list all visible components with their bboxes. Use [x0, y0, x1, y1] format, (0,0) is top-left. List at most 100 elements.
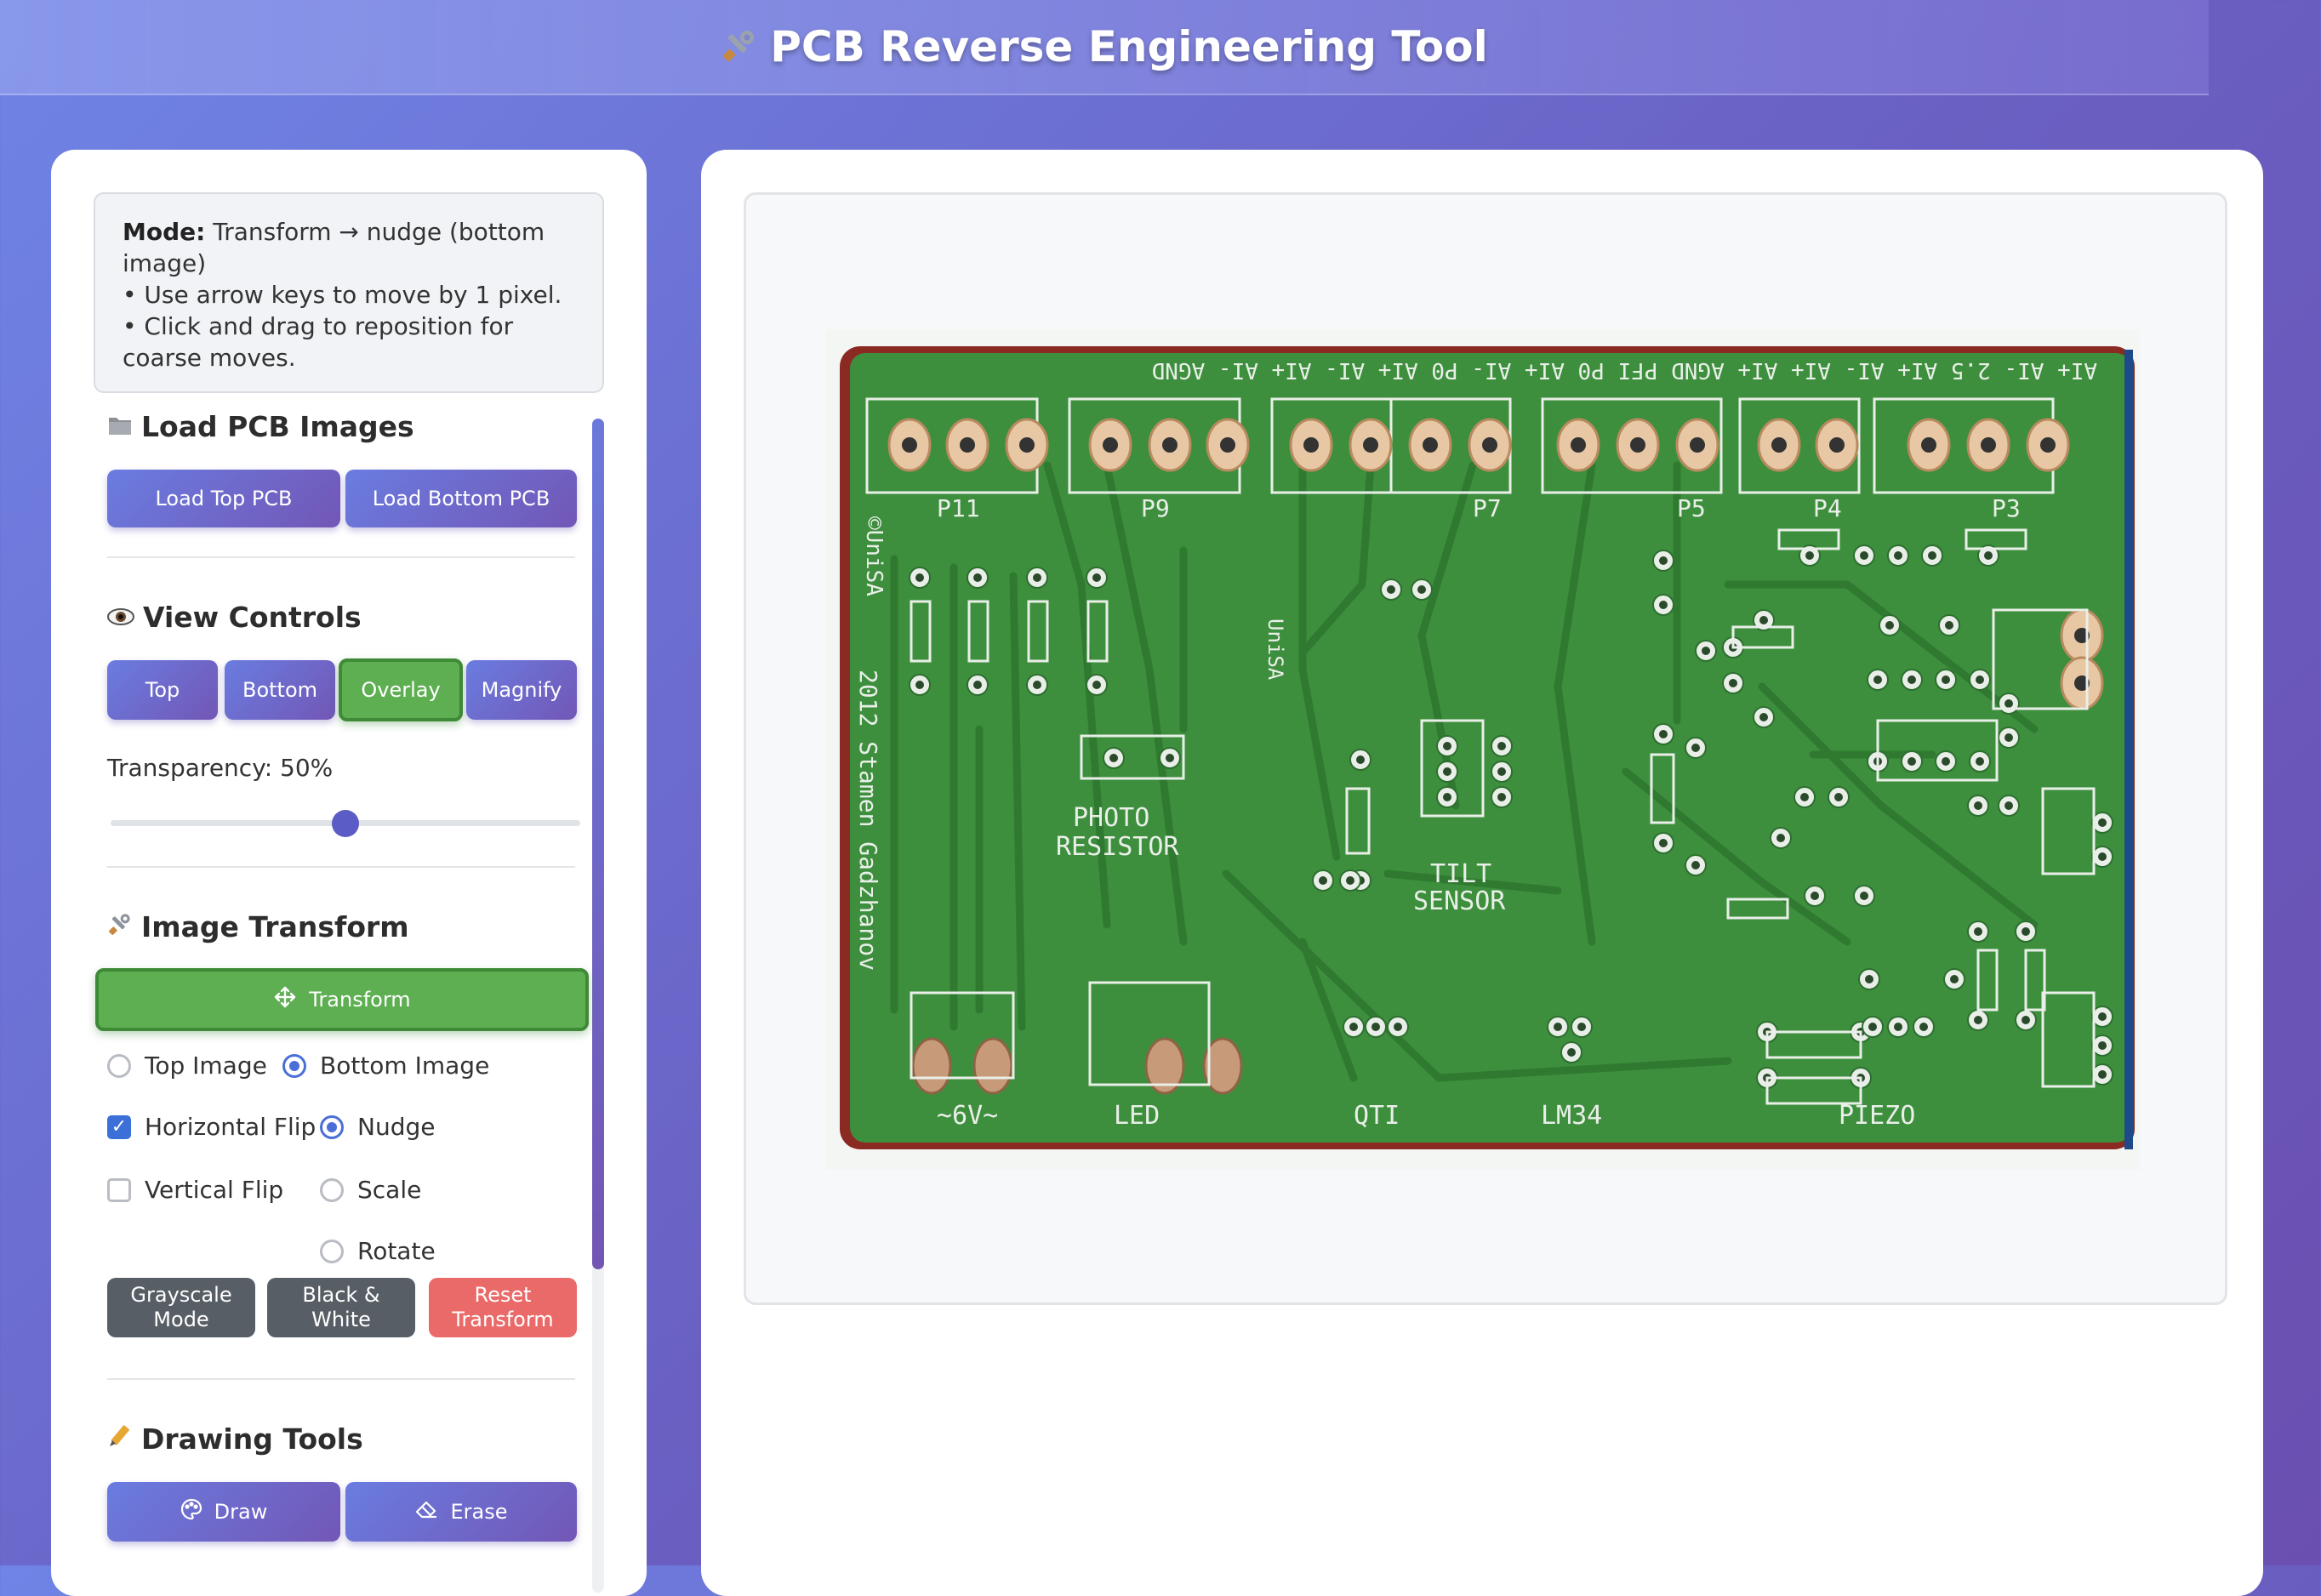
radio-dot [320, 1239, 344, 1263]
sidebar-scrollbar[interactable] [592, 419, 604, 1593]
via-hole [1443, 767, 1451, 776]
pad-hole [1829, 437, 1845, 453]
via-hole [1860, 892, 1868, 900]
via-hole [1873, 675, 1882, 684]
reset-transform-button[interactable]: Reset Transform [429, 1278, 577, 1337]
nudge-radio[interactable]: Nudge [320, 1113, 435, 1141]
pcb-canvas[interactable]: PHOTO RESISTOR TILT SENSOR ~6V~ LED QTI … [744, 192, 2227, 1305]
black-white-button[interactable]: Black & White [267, 1278, 415, 1337]
via-hole [1885, 621, 1894, 630]
svg-text:P5: P5 [1677, 494, 1706, 522]
transform-button[interactable]: Transform [95, 968, 589, 1031]
svg-text:AI+ AI- 2.5 AI+ AI- AI+ AI+ AG: AI+ AI- 2.5 AI+ AI- AI+ AI+ AGND PFI P0 … [1152, 357, 2097, 383]
via-hole [1659, 730, 1668, 738]
scale-label: Scale [357, 1176, 422, 1204]
via-hole [2022, 927, 2030, 936]
grayscale-line1: Grayscale [130, 1283, 232, 1307]
transparency-slider-handle[interactable] [332, 810, 359, 837]
checkmark-icon: ✓ [107, 1114, 131, 1139]
via-hole [2098, 818, 2107, 827]
via-hole [1759, 616, 1768, 624]
via-hole [1974, 801, 1982, 810]
svg-text:TILT: TILT [1430, 859, 1491, 889]
section-title-load-label: Load PCB Images [141, 410, 414, 443]
draw-button[interactable]: Draw [107, 1482, 340, 1542]
page-title: PCB Reverse Engineering Tool [770, 22, 1488, 71]
view-overlay-button[interactable]: Overlay [339, 658, 463, 721]
svg-text:2012 Stamen Gadzhanov: 2012 Stamen Gadzhanov [854, 670, 882, 971]
pad-hole [2040, 437, 2056, 453]
view-magnify-button[interactable]: Magnify [466, 660, 577, 720]
via-hole [1417, 585, 1426, 594]
grayscale-mode-button[interactable]: Grayscale Mode [107, 1278, 255, 1337]
horizontal-flip-label: Horizontal Flip [145, 1113, 316, 1141]
load-top-pcb-button[interactable]: Load Top PCB [107, 470, 340, 527]
via-hole [1319, 876, 1327, 885]
transparency-label: Transparency: 50% [107, 754, 334, 782]
via-hole [973, 681, 982, 689]
view-top-button[interactable]: Top [107, 660, 218, 720]
via-hole [1659, 839, 1668, 847]
via-hole [1092, 681, 1101, 689]
via-hole [1109, 754, 1118, 762]
svg-text:SENSOR: SENSOR [1413, 886, 1506, 916]
erase-button-label: Erase [450, 1499, 508, 1524]
via-hole [1928, 551, 1936, 560]
top-image-radio[interactable]: Top Image [107, 1052, 267, 1080]
via-hole [1567, 1048, 1576, 1057]
vertical-flip-checkbox[interactable]: Vertical Flip [107, 1176, 283, 1204]
pad-hole [1921, 437, 1936, 453]
via-hole [1950, 975, 1959, 983]
reset-line2: Transform [452, 1308, 554, 1331]
radio-dot [107, 1053, 131, 1078]
via-hole [1346, 876, 1354, 885]
via-hole [1497, 767, 1506, 776]
svg-text:QTI: QTI [1354, 1101, 1400, 1131]
pcb-image[interactable]: PHOTO RESISTOR TILT SENSOR ~6V~ LED QTI … [826, 329, 2140, 1170]
via-hole [2022, 1016, 2030, 1024]
via-hole [2098, 852, 2107, 861]
section-title-drawing: Drawing Tools [107, 1422, 363, 1456]
eye-icon [107, 601, 134, 634]
via-hole [1554, 1023, 1562, 1031]
divider [107, 866, 575, 868]
scrollbar-thumb[interactable] [592, 419, 604, 1269]
via-hole [1919, 1023, 1928, 1031]
svg-text:P9: P9 [1141, 494, 1170, 522]
draw-button-label: Draw [214, 1499, 268, 1524]
section-title-view-label: View Controls [143, 601, 362, 634]
via-hole [1577, 1023, 1586, 1031]
load-bottom-pcb-button[interactable]: Load Bottom PCB [345, 470, 577, 527]
reset-line1: Reset [474, 1283, 532, 1307]
via-hole [2004, 801, 2013, 810]
control-sidebar: Mode: Transform → nudge (bottom image) •… [51, 150, 647, 1596]
radio-dot-selected [320, 1114, 344, 1139]
horizontal-flip-checkbox[interactable]: ✓ Horizontal Flip [107, 1113, 316, 1141]
via-hole [915, 681, 924, 689]
section-title-transform-label: Image Transform [141, 910, 409, 943]
transform-button-label: Transform [309, 987, 411, 1012]
via-hole [1776, 834, 1785, 842]
pad-hole [1303, 437, 1319, 453]
pad-hole [1423, 437, 1438, 453]
erase-button[interactable]: Erase [345, 1482, 577, 1542]
solder-pad [911, 1037, 952, 1095]
nudge-label: Nudge [357, 1113, 436, 1141]
divider [107, 1378, 575, 1380]
rotate-radio[interactable]: Rotate [320, 1237, 436, 1265]
pad-hole [1019, 437, 1035, 453]
via-hole [1033, 573, 1041, 582]
via-hole [1387, 585, 1395, 594]
wrench-icon [107, 910, 133, 943]
via-hole [1805, 551, 1814, 560]
via-hole [1868, 1023, 1877, 1031]
svg-text:PIEZO: PIEZO [1839, 1101, 1915, 1131]
bottom-image-radio[interactable]: Bottom Image [282, 1052, 489, 1080]
scale-radio[interactable]: Scale [320, 1176, 421, 1204]
view-bottom-button[interactable]: Bottom [225, 660, 335, 720]
svg-text:RESISTOR: RESISTOR [1056, 832, 1179, 862]
via-hole [1659, 601, 1668, 609]
pad-hole [1162, 437, 1178, 453]
via-hole [1942, 757, 1950, 766]
via-hole [1908, 675, 1916, 684]
